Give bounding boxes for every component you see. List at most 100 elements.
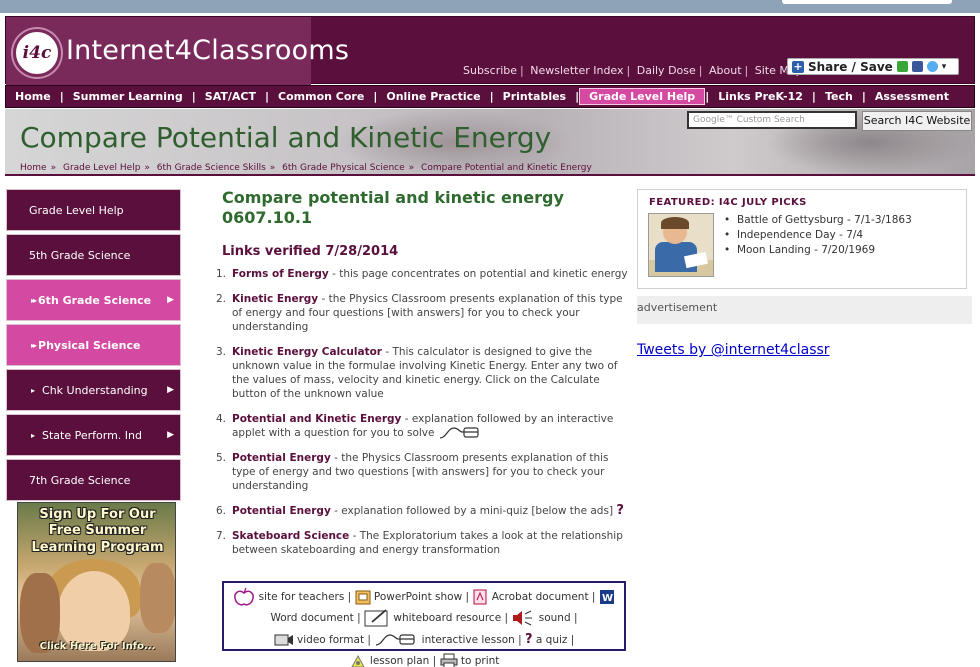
plus-icon: +: [792, 59, 804, 73]
sidebar-item-6th-grade-science[interactable]: ▸▸ 6th Grade Science ▶: [6, 279, 181, 321]
nav-grade-level-help[interactable]: Grade Level Help: [579, 88, 706, 105]
resource-link[interactable]: Potential and Kinetic Energy: [232, 413, 401, 425]
promo-line: Learning Program: [31, 540, 164, 555]
item-number: 7.: [216, 530, 227, 542]
legend-whiteboard: whiteboard resource |: [364, 609, 511, 627]
sidebar-item-state-perform-ind[interactable]: ▸ State Perform. Ind ▶: [6, 414, 181, 456]
nav-online-practice[interactable]: Online Practice: [377, 90, 489, 103]
resource-link[interactable]: Forms of Energy: [232, 268, 329, 280]
search-button[interactable]: Search I4C Website: [862, 111, 972, 131]
item-number: 3.: [216, 346, 227, 358]
sidebar-item-label: Grade Level Help: [29, 203, 124, 217]
list-item: 2. Kinetic Energy - the Physics Classroom…: [216, 292, 631, 334]
list-item: 5. Potential Energy - the Physics Classro…: [216, 451, 631, 493]
email-icon: [896, 61, 908, 72]
advertisement-box: advertisement: [637, 296, 972, 324]
video-icon: [274, 634, 293, 645]
resource-link[interactable]: Skateboard Science: [232, 530, 349, 542]
advertisement-label: advertisement: [637, 301, 718, 314]
bullet-arrow-icon: ▸: [31, 385, 36, 395]
promo-line: Free Summer: [48, 523, 147, 538]
item-number: 1.: [216, 268, 227, 280]
resource-link[interactable]: Potential Energy: [232, 452, 331, 464]
featured-image[interactable]: [648, 213, 714, 277]
bullet-arrow-icon: ▸: [31, 430, 36, 440]
quiz-icon: ?: [525, 632, 533, 647]
chevron-down-icon: ▾: [941, 61, 947, 72]
breadcrumb-current: Compare Potential and Kinetic Energy: [421, 163, 592, 173]
breadcrumb-separator: »: [50, 163, 57, 173]
nav-printables[interactable]: Printables: [494, 90, 575, 103]
legend-label: a quiz: [535, 633, 568, 646]
breadcrumb-home[interactable]: Home: [20, 163, 47, 173]
legend-quiz: ? a quiz |: [525, 632, 574, 647]
legend-label: to print: [460, 654, 500, 667]
breadcrumb: Home» Grade Level Help» 6th Grade Scienc…: [20, 163, 592, 173]
sidebar-item-label: 5th Grade Science: [29, 248, 131, 262]
sidebar-item-label: Physical Science: [38, 338, 141, 352]
featured-item[interactable]: Independence Day - 7/4: [724, 228, 912, 243]
resource-description: - explanation followed by a mini-quiz [b…: [330, 505, 614, 517]
subscribe-link[interactable]: Subscribe: [463, 64, 517, 77]
page-banner: Compare Potential and Kinetic Energy Hom…: [5, 109, 975, 176]
promo-cta: Click Here For Info...: [39, 641, 156, 652]
resource-link[interactable]: Potential Energy: [232, 505, 331, 517]
summer-learning-promo[interactable]: Sign Up For Our Free Summer Learning Pro…: [17, 502, 176, 662]
legend-label: PowerPoint show: [373, 591, 463, 603]
sidebar-item-label: 6th Grade Science: [38, 293, 152, 307]
resource-description: - this page concentrates on potential an…: [328, 268, 628, 280]
apple-icon: [234, 587, 255, 606]
legend-word: Word document |: [270, 612, 365, 624]
featured-list: Battle of Gettysburg - 7/1-3/1863 Indepe…: [724, 213, 912, 258]
nav-sat-act[interactable]: SAT/ACT: [196, 90, 265, 103]
nav-assessment[interactable]: Assessment: [866, 90, 958, 103]
nav-tech[interactable]: Tech: [816, 90, 862, 103]
breadcrumb-grade-level-help[interactable]: Grade Level Help: [63, 163, 140, 173]
link-separator: |: [698, 64, 703, 77]
sidebar-item-chk-understanding[interactable]: ▸ Chk Understanding ▶: [6, 369, 181, 411]
main-nav: Home | Summer Learning | SAT/ACT | Common C…: [5, 85, 975, 108]
links-verified: Links verified 7/28/2014: [222, 244, 399, 259]
newsletter-index-link[interactable]: Newsletter Index: [530, 64, 623, 77]
sidebar-nav: Grade Level Help 5th Grade Science ▸▸ 6t…: [6, 189, 181, 504]
browser-top-strip: [0, 0, 980, 13]
featured-title: FEATURED: I4C JULY PICKS: [649, 197, 807, 208]
legend-label: video format: [297, 633, 365, 646]
sidebar-item-physical-science[interactable]: ▸▸ Physical Science: [6, 324, 181, 366]
list-item: 6. Potential Energy - explanation followe…: [216, 504, 631, 518]
header-links: Subscribe | Newsletter Index | Daily Dose |…: [463, 64, 803, 77]
featured-item[interactable]: Moon Landing - 7/20/1969: [724, 243, 912, 258]
legend-label: site for teachers: [258, 591, 345, 603]
sidebar-item-grade-level-help[interactable]: Grade Level Help: [6, 189, 181, 231]
share-save-button[interactable]: + Share / Save ▾: [787, 58, 959, 75]
list-item: 3. Kinetic Energy Calculator - This calcu…: [216, 345, 631, 401]
icon-legend: site for teachers | PowerPoint show | Ac…: [222, 581, 626, 667]
sidebar-item-7th-grade-science[interactable]: 7th Grade Science: [6, 459, 181, 501]
breadcrumb-physical-science[interactable]: 6th Grade Physical Science: [282, 163, 404, 173]
heading-line-1: Compare potential and kinetic energy: [222, 188, 564, 207]
legend-interactive: interactive lesson |: [374, 634, 525, 646]
list-item: 1. Forms of Energy - this page concentrat…: [216, 267, 631, 281]
nav-common-core[interactable]: Common Core: [269, 90, 373, 103]
featured-item[interactable]: Battle of Gettysburg - 7/1-3/1863: [724, 213, 912, 228]
resource-link[interactable]: Kinetic Energy: [232, 293, 318, 305]
chevron-right-icon: ▶: [167, 430, 174, 440]
link-separator: |: [626, 64, 631, 77]
nav-home[interactable]: Home: [6, 90, 60, 103]
breadcrumb-6th-grade-science[interactable]: 6th Grade Science Skills: [157, 163, 266, 173]
daily-dose-link[interactable]: Daily Dose: [637, 64, 696, 77]
word-icon: W: [599, 590, 614, 604]
tweets-link[interactable]: Tweets by @internet4classr: [637, 342, 830, 358]
nav-summer-learning[interactable]: Summer Learning: [64, 90, 192, 103]
lesson-plan-icon: [350, 654, 365, 667]
twitter-icon: [926, 61, 938, 72]
resource-link[interactable]: Kinetic Energy Calculator: [232, 346, 382, 358]
nav-links-prek-12[interactable]: Links PreK-12: [709, 90, 812, 103]
logo-block[interactable]: i4c Internet4Classrooms: [6, 17, 349, 85]
powerpoint-icon: [355, 590, 371, 604]
about-link[interactable]: About: [709, 64, 742, 77]
content-heading: Compare potential and kinetic energy 060…: [222, 188, 631, 228]
sidebar-item-5th-grade-science[interactable]: 5th Grade Science: [6, 234, 181, 276]
search-input[interactable]: Google™ Custom Search: [687, 111, 857, 129]
chevron-right-icon: ▶: [167, 385, 174, 395]
